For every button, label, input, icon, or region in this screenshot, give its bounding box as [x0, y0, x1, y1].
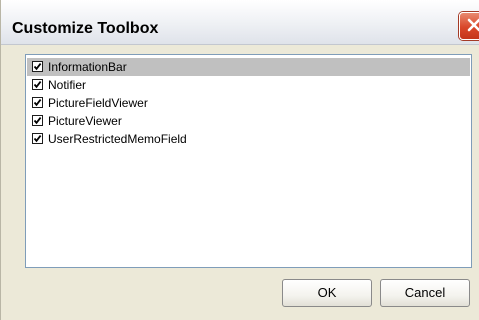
close-icon: [467, 18, 479, 32]
list-item[interactable]: InformationBar: [27, 58, 470, 76]
checkmark-icon: [33, 117, 42, 125]
window-title: Customize Toolbox: [12, 20, 159, 37]
item-checkbox[interactable]: [32, 97, 43, 108]
list-item-label: PictureViewer: [48, 114, 122, 128]
list-item[interactable]: UserRestrictedMemoField: [27, 130, 470, 148]
customize-toolbox-dialog: Customize Toolbox InformationBar Notifie…: [0, 0, 479, 320]
checkmark-icon: [33, 81, 42, 89]
checkmark-icon: [33, 135, 42, 143]
cancel-button[interactable]: Cancel: [380, 279, 470, 307]
item-checkbox[interactable]: [32, 115, 43, 126]
close-button[interactable]: [459, 12, 479, 40]
list-item-label: PictureFieldViewer: [48, 96, 148, 110]
list-item[interactable]: Notifier: [27, 76, 470, 94]
list-item[interactable]: PictureFieldViewer: [27, 94, 470, 112]
list-item-label: UserRestrictedMemoField: [48, 132, 187, 146]
item-checkbox[interactable]: [32, 61, 43, 72]
checkmark-icon: [33, 63, 42, 71]
toolbox-items-list[interactable]: InformationBar Notifier PictureFieldView…: [25, 54, 472, 268]
item-checkbox[interactable]: [32, 79, 43, 90]
list-item-label: InformationBar: [48, 60, 127, 74]
list-item-label: Notifier: [48, 78, 87, 92]
ok-button[interactable]: OK: [282, 279, 372, 307]
item-checkbox[interactable]: [32, 133, 43, 144]
list-item[interactable]: PictureViewer: [27, 112, 470, 130]
checkmark-icon: [33, 99, 42, 107]
title-bar[interactable]: Customize Toolbox: [1, 0, 479, 45]
